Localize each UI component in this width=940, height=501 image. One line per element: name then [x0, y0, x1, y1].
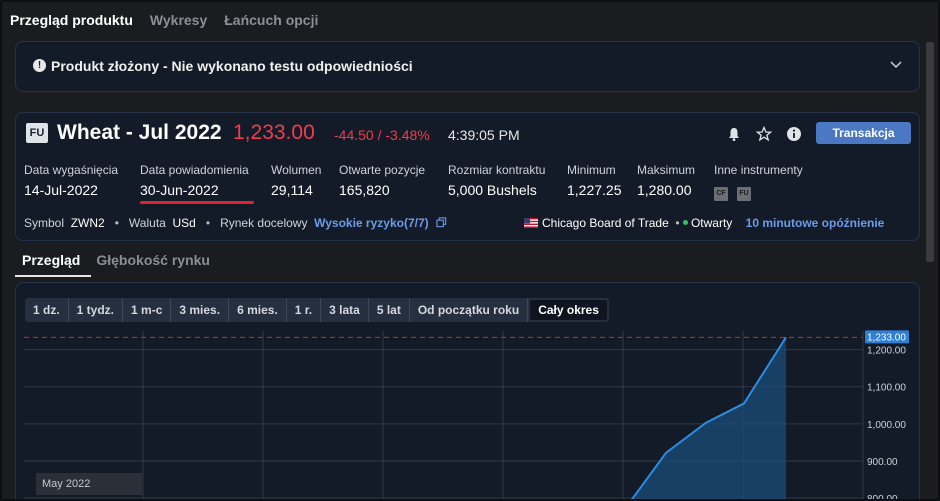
y-tick-label: 800.00: [867, 494, 898, 501]
active-tab-underline: [15, 275, 91, 277]
exchange-name: Chicago Board of Trade: [542, 216, 669, 230]
info-icon: !: [33, 59, 46, 72]
stat-expiry: Data wygaśnięcia 14-Jul-2022: [24, 163, 118, 198]
alert-text: Produkt złożony - Nie wykonano testu odp…: [51, 58, 413, 74]
quote-time: 4:39:05 PM: [448, 127, 520, 143]
cf-instrument-icon[interactable]: CF: [714, 187, 728, 201]
suitability-alert[interactable]: ! Produkt złożony - Nie wykonano testu o…: [15, 41, 920, 92]
stat-value: 165,820: [339, 182, 390, 198]
stat-other-instruments: Inne instrumenty CF FU: [714, 163, 803, 201]
tab-charts[interactable]: Wykresy: [150, 12, 207, 28]
market-status: Otwarty: [690, 216, 733, 230]
stat-value: 1,280.00: [637, 182, 692, 198]
symbol-info: Symbol ZWN2 • Waluta USd • Rynek docelow…: [24, 216, 447, 230]
tab-overview[interactable]: Przegląd: [22, 252, 80, 268]
stat-value: 30-Jun-2022: [140, 182, 219, 198]
product-title: Wheat - Jul 2022: [57, 121, 222, 144]
chart-card: 1 dz. 1 tydz. 1 m-c 3 mies. 6 mies. 1 r.…: [15, 282, 920, 501]
price-chart[interactable]: 1,200.00 1,100.00 1,000.00 900.00 800.00 1,23…: [16, 283, 919, 501]
trade-button[interactable]: Transakcja: [816, 122, 911, 144]
stat-label: Otwarte pozycje: [339, 163, 426, 177]
symbol-label: Symbol: [24, 216, 65, 230]
tab-product-overview[interactable]: Przegląd produktu: [10, 12, 133, 28]
tab-option-chain[interactable]: Łańcuch opcji: [224, 12, 318, 28]
stat-value: 5,000 Bushels: [448, 182, 537, 198]
stat-maximum: Maksimum 1,280.00: [637, 163, 695, 198]
red-underline: [140, 201, 254, 204]
exchange-info: Chicago Board of Trade • Otwarty 10 minu…: [524, 216, 884, 230]
last-price: 1,233.00: [233, 121, 315, 144]
currency-value: USd: [172, 216, 196, 230]
stat-label: Inne instrumenty: [714, 163, 803, 177]
currency-label: Waluta: [128, 216, 166, 230]
meta-row: Symbol ZWN2 • Waluta USd • Rynek docelow…: [24, 216, 911, 232]
target-market-link[interactable]: Wysokie ryzyko(7/7): [314, 216, 429, 230]
target-market-label: Rynek docelowy: [220, 216, 308, 230]
stat-label: Rozmiar kontraktu: [448, 163, 546, 177]
y-tick-label: 1,100.00: [867, 383, 906, 394]
stat-label: Data wygaśnięcia: [24, 163, 119, 177]
stat-volume: Wolumen 29,114: [271, 163, 321, 198]
y-tick-label: 1,200.00: [867, 346, 906, 357]
stat-label: Minimum: [567, 163, 616, 177]
tab-market-depth[interactable]: Głębokość rynku: [96, 252, 210, 268]
product-card: FU Wheat - Jul 2022 1,233.00 -44.50 / -3…: [15, 112, 920, 241]
symbol-value: ZWN2: [70, 216, 105, 230]
fu-instrument-icon[interactable]: FU: [737, 187, 751, 201]
info-circle-icon[interactable]: [786, 126, 802, 142]
price-area: [632, 337, 786, 499]
header-icons: [726, 126, 802, 142]
price-change: -44.50 / -3.48%: [334, 127, 430, 143]
stat-label: Maksimum: [637, 163, 696, 177]
app-frame: Przegląd produktu Wykresy Łańcuch opcji …: [0, 0, 940, 501]
chevron-down-icon[interactable]: [889, 57, 903, 71]
delay-link[interactable]: 10 minutowe opóźnienie: [746, 216, 885, 230]
stat-value: 1,227.25: [567, 182, 622, 198]
scrollbar[interactable]: [926, 42, 934, 262]
stat-minimum: Minimum 1,227.25: [567, 163, 622, 198]
bell-icon[interactable]: [726, 126, 742, 142]
stat-label: Wolumen: [271, 163, 322, 177]
y-tick-label: 1,000.00: [867, 420, 906, 431]
stat-label: Data powiadomienia: [140, 163, 249, 177]
copy-icon[interactable]: [436, 217, 447, 228]
open-status-dot: [682, 220, 688, 225]
current-price-label: 1,233.00: [867, 332, 906, 343]
stat-value: 14-Jul-2022: [24, 182, 98, 198]
x-axis-date-label: May 2022: [36, 473, 142, 495]
stat-open-interest: Otwarte pozycje 165,820: [339, 163, 425, 198]
product-type-badge: FU: [26, 123, 48, 143]
stat-notice-date: Data powiadomienia 30-Jun-2022: [140, 163, 249, 198]
stat-contract-size: Rozmiar kontraktu 5,000 Bushels: [448, 163, 545, 198]
subtabs: Przegląd Głębokość rynku: [22, 252, 210, 268]
us-flag-icon: [524, 218, 538, 228]
top-nav: Przegląd produktu Wykresy Łańcuch opcji: [10, 12, 318, 28]
stat-value: 29,114: [271, 182, 313, 198]
star-icon[interactable]: [756, 126, 772, 142]
y-tick-label: 900.00: [867, 457, 898, 468]
